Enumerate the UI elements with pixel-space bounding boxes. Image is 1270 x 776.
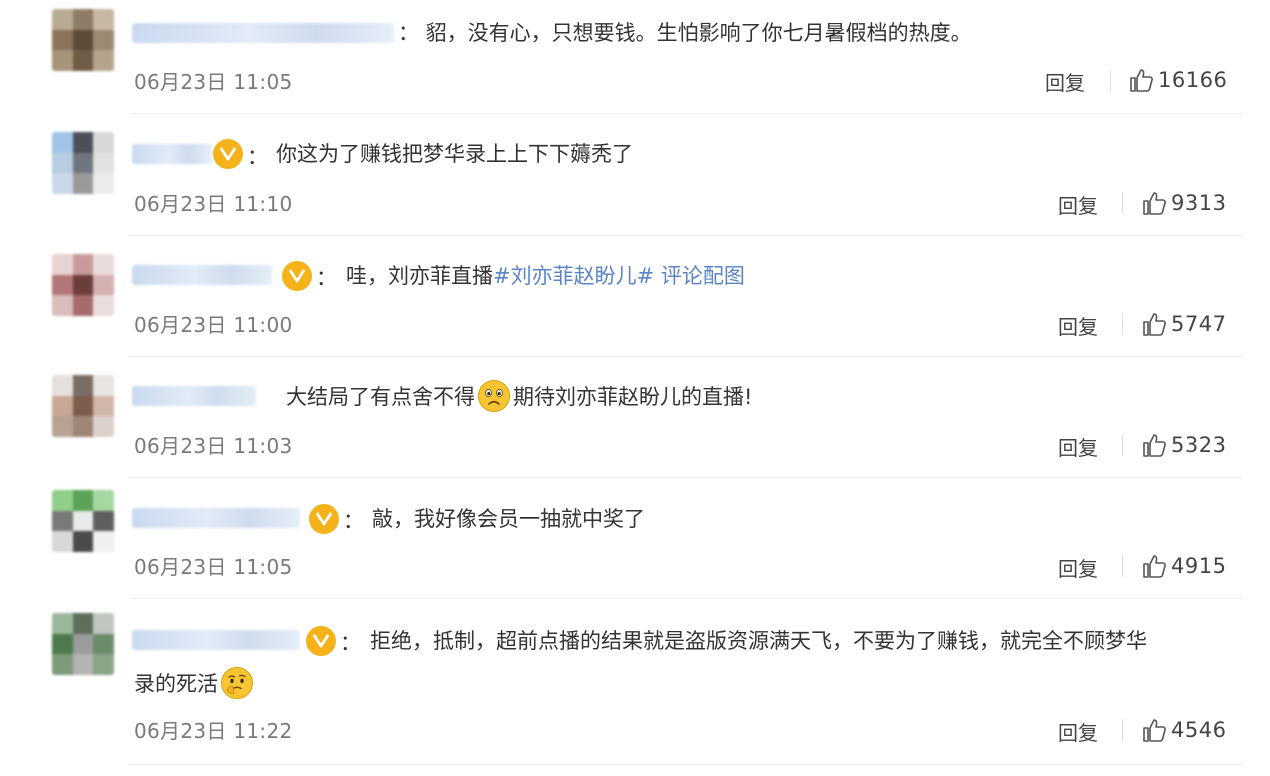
like-button[interactable]: 4915 <box>1141 553 1226 579</box>
thumbs-up-icon <box>1143 434 1166 457</box>
comment-time: 06月23日 11:10 <box>134 192 293 216</box>
thumbs-up-icon <box>1143 555 1166 578</box>
comment-text-body: 敲，我好像会员一抽就中奖了 <box>372 507 645 531</box>
comment-time: 06月23日 11:22 <box>134 719 293 743</box>
reply-button[interactable]: 回复 <box>1058 190 1098 219</box>
comment-text-tail: 期待刘亦菲赵盼儿的直播! <box>513 385 753 409</box>
avatar[interactable] <box>52 490 114 552</box>
comment-divider <box>130 113 1242 114</box>
colon: ： <box>247 145 268 169</box>
comment-text-body: ： 貂，没有心，只想要钱。生怕影响了你七月暑假档的热度。 <box>398 21 972 45</box>
comment-list: ： 貂，没有心，只想要钱。生怕影响了你七月暑假档的热度。 06月23日 11:0… <box>0 0 1270 776</box>
action-separator <box>1122 313 1123 335</box>
sad-face-emoji-icon <box>478 380 510 412</box>
action-separator <box>1122 719 1123 741</box>
comment-divider <box>130 356 1242 357</box>
topic-link[interactable]: #刘亦菲赵盼儿# 评论配图 <box>493 264 745 288</box>
comment-text-body: 你这为了赚钱把梦华录上上下下薅秃了 <box>276 142 633 166</box>
thumbs-up-icon <box>1143 313 1166 336</box>
like-count: 4546 <box>1171 718 1227 742</box>
like-button[interactable]: 16166 <box>1128 67 1227 93</box>
comment-divider <box>130 598 1242 599</box>
verified-v-icon <box>309 504 339 534</box>
colon: ： <box>343 509 364 533</box>
reply-button[interactable]: 回复 <box>1058 311 1098 340</box>
comment-text: 拒绝，抵制，超前点播的结果就是盗版资源满天飞，不要为了赚钱，就完全不顾梦华 <box>370 626 1147 656</box>
verified-v-icon <box>306 626 336 656</box>
comment-text-continued: 录的死活 <box>134 667 256 702</box>
avatar[interactable] <box>52 375 114 437</box>
avatar[interactable] <box>52 254 114 316</box>
action-separator <box>1122 555 1123 577</box>
reply-button[interactable]: 回复 <box>1058 553 1098 582</box>
comment-divider <box>130 477 1242 478</box>
comment-divider <box>130 235 1242 236</box>
like-button[interactable]: 5747 <box>1141 311 1226 337</box>
comment-text: 大结局了有点舍不得 期待刘亦菲赵盼儿的直播! <box>286 380 753 415</box>
comment-text: 敲，我好像会员一抽就中奖了 <box>372 504 645 534</box>
colon: ： <box>340 631 361 655</box>
like-count: 16166 <box>1158 68 1228 92</box>
comment-text-line2: 录的死活 <box>134 672 218 696</box>
reply-button[interactable]: 回复 <box>1058 432 1098 461</box>
verified-v-icon <box>213 139 243 169</box>
like-count: 9313 <box>1171 191 1227 215</box>
action-separator <box>1122 192 1123 214</box>
avatar[interactable] <box>52 132 114 194</box>
username[interactable] <box>132 144 212 164</box>
like-count: 4915 <box>1171 554 1227 578</box>
avatar[interactable] <box>52 613 114 675</box>
action-separator <box>1122 434 1123 456</box>
colon: ： <box>316 266 337 290</box>
like-count: 5747 <box>1171 312 1227 336</box>
username[interactable] <box>132 23 394 43</box>
comment-time: 06月23日 11:03 <box>134 434 293 458</box>
comment-divider <box>130 764 1242 765</box>
like-button[interactable]: 4546 <box>1141 717 1226 743</box>
comment-text: ： 貂，没有心，只想要钱。生怕影响了你七月暑假档的热度。 <box>398 18 972 48</box>
like-button[interactable]: 9313 <box>1141 190 1226 216</box>
like-count: 5323 <box>1171 433 1227 457</box>
thumbs-up-icon <box>1143 192 1166 215</box>
username[interactable] <box>132 630 300 650</box>
reply-button[interactable]: 回复 <box>1045 67 1085 96</box>
comment-text-body: 哇，刘亦菲直播 <box>346 264 493 288</box>
comment-text: 哇，刘亦菲直播#刘亦菲赵盼儿# 评论配图 <box>346 261 745 291</box>
action-separator <box>1110 70 1111 92</box>
thumbs-up-icon <box>1130 69 1153 92</box>
comment-time: 06月23日 11:05 <box>134 555 293 579</box>
verified-v-icon <box>282 261 312 291</box>
comment-text-body: 拒绝，抵制，超前点播的结果就是盗版资源满天飞，不要为了赚钱，就完全不顾梦华 <box>370 629 1147 653</box>
username[interactable] <box>132 265 272 285</box>
comment-text: 你这为了赚钱把梦华录上上下下薅秃了 <box>276 139 633 169</box>
comment-time: 06月23日 11:05 <box>134 70 293 94</box>
username[interactable] <box>132 386 256 406</box>
comment-time: 06月23日 11:00 <box>134 313 293 337</box>
comment-text-body: 大结局了有点舍不得 <box>286 385 475 409</box>
reply-button[interactable]: 回复 <box>1058 717 1098 746</box>
username[interactable] <box>132 508 300 528</box>
avatar[interactable] <box>52 9 114 71</box>
like-button[interactable]: 5323 <box>1141 432 1226 458</box>
thumbs-up-icon <box>1143 719 1166 742</box>
thinking-face-emoji-icon <box>221 667 253 699</box>
